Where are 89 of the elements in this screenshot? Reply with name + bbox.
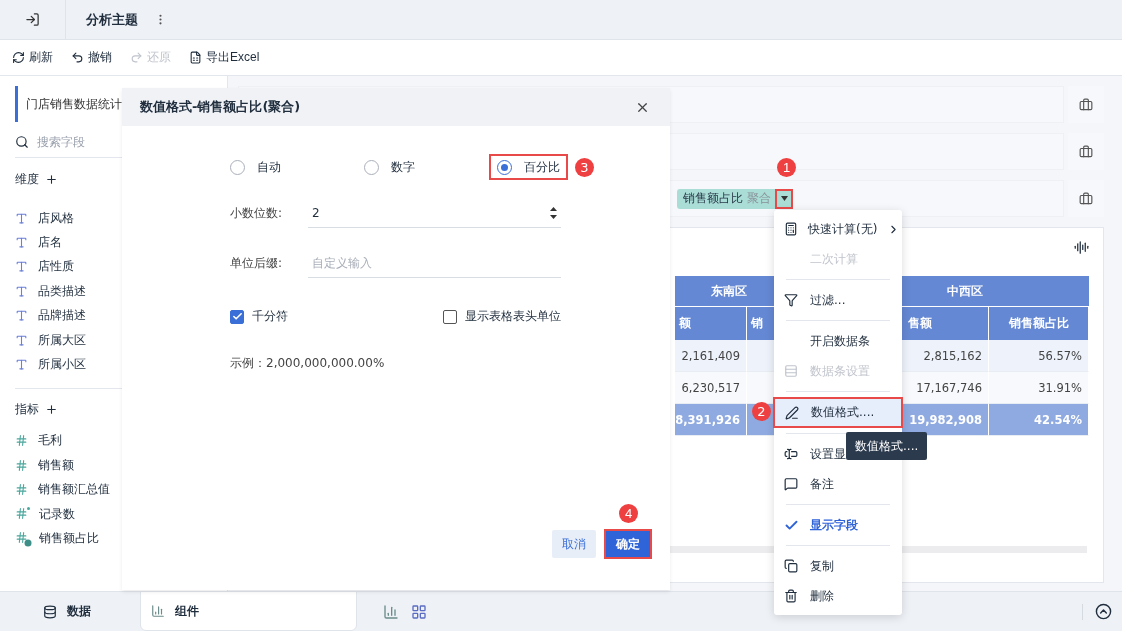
hash-icon bbox=[15, 434, 28, 448]
menu-item[interactable]: 备注 bbox=[774, 469, 902, 499]
menu-item[interactable]: 复制 bbox=[774, 551, 902, 581]
suffix-field[interactable]: 自定义输入 bbox=[312, 255, 547, 270]
refresh-icon bbox=[12, 51, 25, 64]
field-item[interactable]: 销售额 bbox=[15, 453, 227, 478]
field-item[interactable]: 销售额汇总值 bbox=[15, 477, 227, 502]
field-item[interactable]: 毛利 bbox=[15, 428, 227, 454]
page-title: 分析主题 bbox=[86, 10, 138, 29]
text-type-icon bbox=[15, 358, 28, 372]
field-item[interactable]: 所属大区 bbox=[15, 327, 227, 353]
table-cell: 6,230,517 bbox=[675, 372, 747, 404]
briefcase-icon bbox=[1079, 191, 1093, 206]
chart-icon[interactable] bbox=[383, 603, 399, 620]
bars-icon bbox=[784, 364, 798, 378]
chip-tag: 聚合 bbox=[747, 190, 771, 207]
field-label: 单位后缀: bbox=[230, 254, 284, 272]
cancel-button[interactable]: 取消 bbox=[552, 530, 596, 558]
field-item[interactable]: 销售额占比 bbox=[15, 526, 227, 551]
menu-item[interactable]: 删除 bbox=[774, 581, 902, 611]
text-type-icon bbox=[15, 333, 28, 347]
copy-icon bbox=[784, 559, 798, 573]
calculator-icon bbox=[784, 222, 798, 236]
field-item[interactable]: 品牌描述 bbox=[15, 303, 227, 328]
comment-icon bbox=[784, 477, 798, 491]
column-header: 额 bbox=[675, 307, 747, 340]
briefcase-icon bbox=[1079, 97, 1093, 112]
checkbox[interactable] bbox=[443, 309, 457, 324]
database-icon bbox=[43, 604, 57, 619]
trash-icon bbox=[784, 589, 798, 603]
collapse-icon[interactable] bbox=[1095, 603, 1112, 620]
section-title: 指标 bbox=[15, 401, 39, 419]
toolbar-button[interactable]: 导出Excel bbox=[189, 49, 260, 66]
spreadsheet-icon bbox=[189, 51, 202, 64]
add-icon[interactable] bbox=[45, 172, 58, 186]
search-icon bbox=[15, 134, 29, 149]
redo-icon bbox=[130, 51, 143, 64]
table-cell: 42.54% bbox=[989, 404, 1089, 436]
menu-item[interactable]: 显示字段 bbox=[774, 510, 902, 540]
radio-label[interactable]: 数字 bbox=[391, 158, 415, 176]
toolbar-button[interactable]: 撤销 bbox=[71, 49, 112, 66]
chip-label: 销售额占比 bbox=[683, 190, 743, 207]
hash-icon bbox=[15, 483, 28, 497]
checkbox-label: 显示表格表头单位 bbox=[465, 308, 561, 325]
step-badge: 3 bbox=[575, 158, 594, 177]
hash-formula-icon bbox=[15, 531, 29, 546]
hash-star-icon bbox=[15, 507, 29, 522]
text-type-icon bbox=[15, 260, 28, 274]
radio-label[interactable]: 自动 bbox=[257, 158, 281, 176]
bars-icon[interactable] bbox=[1074, 240, 1089, 255]
table-cell: 8,391,926 bbox=[675, 404, 747, 436]
table-cell: 31.91% bbox=[989, 372, 1089, 404]
menu-item[interactable]: 快速计算(无) bbox=[774, 214, 902, 244]
bottom-tab[interactable]: 组件 bbox=[140, 591, 357, 631]
filter-icon bbox=[784, 293, 798, 307]
text-type-icon bbox=[15, 211, 28, 225]
field-item[interactable]: 所属小区 bbox=[15, 352, 227, 377]
field-item[interactable]: 记录数 bbox=[15, 501, 227, 527]
undo-icon bbox=[71, 51, 84, 64]
bottom-tab[interactable]: 数据 bbox=[0, 592, 140, 631]
field-item[interactable]: 店性质 bbox=[15, 254, 227, 280]
field-item[interactable]: 店风格 bbox=[15, 206, 227, 231]
toolbar-button[interactable]: 刷新 bbox=[12, 49, 53, 66]
hash-icon bbox=[15, 458, 28, 472]
spinner-icon[interactable] bbox=[550, 205, 557, 220]
pen-icon bbox=[785, 405, 799, 420]
field-item[interactable]: 品类描述 bbox=[15, 279, 227, 304]
decimals-field[interactable]: 2 bbox=[312, 205, 540, 220]
briefcase-icon bbox=[1079, 144, 1093, 159]
column-header: 销售额占比 bbox=[989, 307, 1089, 340]
exit-icon[interactable] bbox=[25, 12, 40, 27]
table-cell: 56.57% bbox=[989, 340, 1089, 372]
field-label: 小数位数: bbox=[230, 204, 284, 222]
checkbox-label: 千分符 bbox=[252, 308, 288, 325]
section-title: 维度 bbox=[15, 170, 39, 188]
text-type-icon bbox=[15, 309, 28, 323]
text-type-icon bbox=[15, 236, 28, 250]
step-badge: 4 bbox=[619, 504, 638, 523]
field-item[interactable]: 店名 bbox=[15, 230, 227, 255]
text-cursor-icon bbox=[784, 447, 798, 461]
tooltip: 数值格式.... bbox=[846, 432, 928, 460]
grid-icon[interactable] bbox=[411, 603, 427, 620]
text-type-icon bbox=[15, 284, 28, 298]
caret-icon bbox=[780, 196, 788, 201]
table-cell: 2,161,409 bbox=[675, 340, 747, 372]
checkbox[interactable] bbox=[230, 309, 244, 324]
chart-icon bbox=[151, 604, 165, 618]
add-icon[interactable] bbox=[45, 403, 58, 417]
example-text: 示例：2,000,000,000.00% bbox=[230, 355, 386, 372]
